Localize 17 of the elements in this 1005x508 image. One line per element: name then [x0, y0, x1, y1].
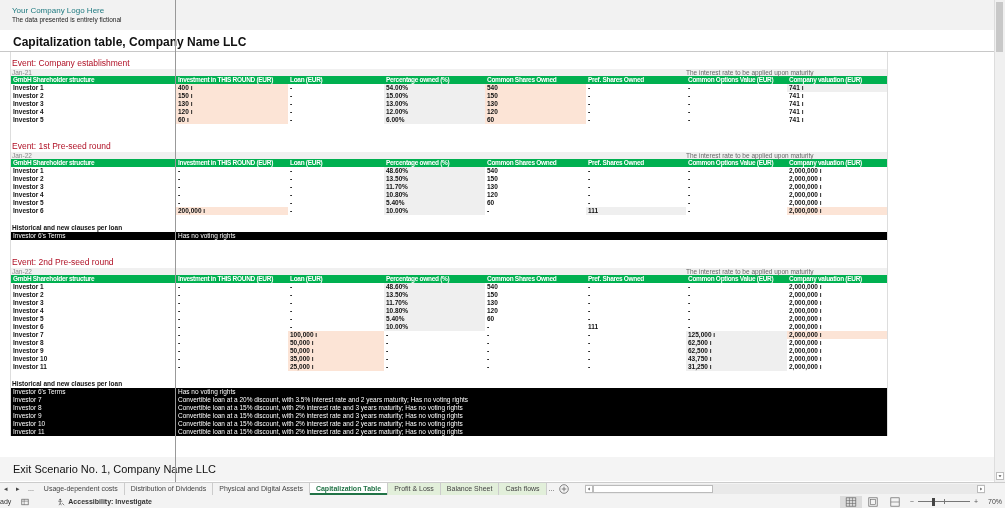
event-title: Event: 2nd Pre-seed round: [12, 257, 114, 267]
scrollbar-thumb[interactable]: [593, 485, 714, 493]
horizontal-scrollbar[interactable]: [585, 484, 985, 494]
sheet-icon[interactable]: [21, 497, 30, 506]
zoom-slider-thumb[interactable]: [932, 497, 935, 506]
vertical-scrollbar[interactable]: [994, 0, 1005, 482]
accessibility-icon[interactable]: [57, 497, 66, 506]
event-title: Event: Company establishment: [12, 58, 130, 68]
scrollbar-thumb[interactable]: [996, 2, 1003, 52]
add-sheet-icon[interactable]: [559, 484, 570, 494]
scroll-right-icon[interactable]: [977, 485, 985, 493]
sheet-title: Capitalization table, Company Name LLC: [13, 35, 247, 49]
scroll-left-icon[interactable]: [585, 485, 594, 493]
normal-view-icon[interactable]: [839, 495, 862, 508]
scroll-down-icon[interactable]: [996, 472, 1004, 480]
event-title: Event: 1st Pre-seed round: [12, 141, 111, 151]
company-logo-text: Your Company Logo Here: [12, 6, 106, 15]
